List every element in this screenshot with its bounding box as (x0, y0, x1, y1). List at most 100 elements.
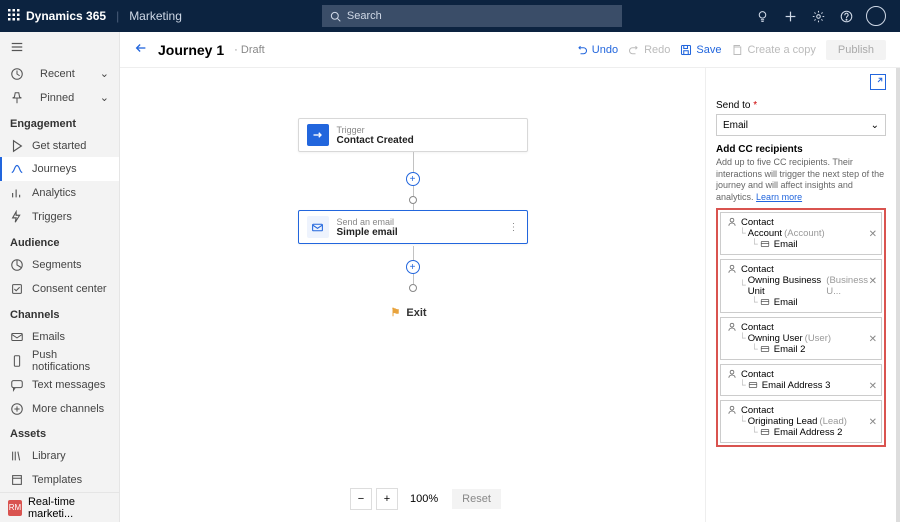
add-step-button-2[interactable]: + (406, 260, 420, 274)
save-icon (680, 44, 692, 56)
cc-recipient-item[interactable]: Contact└Owning User(User)└Email 2✕ (720, 317, 882, 360)
email-card[interactable]: Send an emailSimple email ⋮ (298, 210, 528, 244)
sidebar-item-pinned[interactable]: Pinned ⌄ (0, 86, 119, 110)
trigger-arrow-icon (307, 124, 329, 146)
text-icon (10, 378, 24, 392)
publish-button: Publish (826, 40, 886, 60)
analytics-icon (10, 186, 24, 200)
zoom-out-button[interactable]: − (350, 488, 372, 510)
sidebar-head-audience: Audience (0, 229, 119, 253)
play-icon (10, 139, 24, 153)
gear-icon[interactable] (804, 0, 832, 32)
undo-icon (576, 44, 588, 56)
copy-icon (731, 44, 743, 56)
search-input[interactable]: Search (322, 5, 622, 27)
lightbulb-icon[interactable] (748, 0, 776, 32)
remove-cc-button[interactable]: ✕ (869, 334, 877, 345)
arrow-left-icon (134, 41, 148, 55)
hamburger-button[interactable] (0, 32, 119, 62)
add-step-button[interactable]: + (406, 172, 420, 186)
consent-icon (10, 282, 24, 296)
connector-node-2 (409, 284, 417, 292)
triggers-icon (10, 210, 24, 224)
area-badge: RM (8, 500, 22, 516)
sidebar-head-channels: Channels (0, 301, 119, 325)
more-icon (10, 402, 24, 416)
chevron-down-icon: ⌄ (871, 120, 879, 131)
sidebar-head-assets: Assets (0, 420, 119, 444)
cc-recipient-item[interactable]: Contact└Account(Account)└Email✕ (720, 212, 882, 255)
copy-button: Create a copy (731, 44, 815, 56)
chevron-down-icon: ⌄ (100, 91, 109, 104)
cc-recipient-item[interactable]: Contact└Owning Business Unit(Business U.… (720, 259, 882, 313)
sidebar-item-analytics[interactable]: Analytics (0, 181, 119, 205)
clock-icon (10, 67, 24, 81)
trigger-card[interactable]: TriggerContact Created (298, 118, 528, 152)
sidebar-item-more-channels[interactable]: More channels (0, 397, 119, 421)
learn-more-link[interactable]: Learn more (756, 192, 802, 202)
waffle-icon[interactable] (8, 9, 20, 24)
chevron-down-icon: ⌄ (100, 67, 109, 80)
brand-label[interactable]: Dynamics 365 (26, 9, 106, 23)
expand-icon (873, 77, 883, 87)
card-more-icon[interactable]: ⋮ (509, 222, 519, 233)
flag-icon: ⚑ (391, 306, 401, 319)
sidebar-item-journeys[interactable]: Journeys (0, 157, 119, 181)
avatar[interactable] (866, 6, 886, 26)
zoom-level: 100% (410, 493, 438, 505)
remove-cc-button[interactable]: ✕ (869, 276, 877, 287)
pin-icon (10, 91, 24, 105)
save-button[interactable]: Save (680, 44, 721, 56)
undo-button[interactable]: Undo (576, 44, 618, 56)
sidebar: Recent ⌄ Pinned ⌄ Engagement Get started… (0, 32, 120, 522)
zoom-in-button[interactable]: + (376, 488, 398, 510)
page-title: Journey 1 (158, 42, 224, 58)
cc-recipients-box: Contact└Account(Account)└Email✕Contact└O… (716, 208, 886, 447)
properties-panel: Send to * Email ⌄ Add CC recipients Add … (705, 68, 900, 522)
push-icon (10, 354, 24, 368)
library-icon (10, 449, 24, 463)
status-badge: · Draft (234, 44, 265, 56)
zoom-reset-button[interactable]: Reset (452, 489, 501, 509)
sidebar-item-triggers[interactable]: Triggers (0, 205, 119, 229)
cc-help-text: Add up to five CC recipients. Their inte… (716, 157, 886, 204)
sidebar-item-templates[interactable]: Templates (0, 468, 119, 492)
redo-icon (628, 44, 640, 56)
area-switcher[interactable]: RM Real-time marketi... (0, 492, 119, 522)
segments-icon (10, 258, 24, 272)
sidebar-item-library[interactable]: Library (0, 444, 119, 468)
remove-cc-button[interactable]: ✕ (869, 229, 877, 240)
command-bar: Journey 1 · Draft Undo Redo Save Create … (120, 32, 900, 68)
cc-recipient-item[interactable]: Contact└Email Address 3✕ (720, 364, 882, 396)
sidebar-item-emails[interactable]: Emails (0, 325, 119, 349)
email-icon (10, 330, 24, 344)
remove-cc-button[interactable]: ✕ (869, 417, 877, 428)
journey-canvas[interactable]: TriggerContact Created + Send an emailSi… (120, 68, 705, 522)
back-button[interactable] (134, 41, 148, 58)
sidebar-item-segments[interactable]: Segments (0, 253, 119, 277)
exit-node[interactable]: ⚑Exit (391, 306, 427, 319)
sidebar-item-get-started[interactable]: Get started (0, 134, 119, 158)
help-icon[interactable] (832, 0, 860, 32)
sidebar-item-push[interactable]: Push notifications (0, 349, 119, 373)
hamburger-icon (10, 40, 24, 54)
sidebar-item-consent[interactable]: Consent center (0, 277, 119, 301)
top-nav: Dynamics 365 | Marketing Search (0, 0, 900, 32)
cc-title: Add CC recipients (716, 144, 886, 155)
plus-icon[interactable] (776, 0, 804, 32)
sidebar-item-text[interactable]: Text messages (0, 373, 119, 397)
remove-cc-button[interactable]: ✕ (869, 381, 877, 392)
envelope-icon (307, 216, 329, 238)
sidebar-item-recent[interactable]: Recent ⌄ (0, 62, 119, 86)
send-to-label: Send to * (716, 100, 886, 111)
connector-node (409, 196, 417, 204)
send-to-select[interactable]: Email ⌄ (716, 114, 886, 136)
expand-panel-button[interactable] (870, 74, 886, 90)
zoom-controls: − + 100% Reset (350, 488, 501, 510)
redo-button: Redo (628, 44, 670, 56)
journeys-icon (10, 162, 24, 176)
templates-icon (10, 473, 24, 487)
search-icon (330, 11, 341, 22)
cc-recipient-item[interactable]: Contact└Originating Lead(Lead)└Email Add… (720, 400, 882, 443)
area-label[interactable]: Marketing (129, 9, 182, 23)
